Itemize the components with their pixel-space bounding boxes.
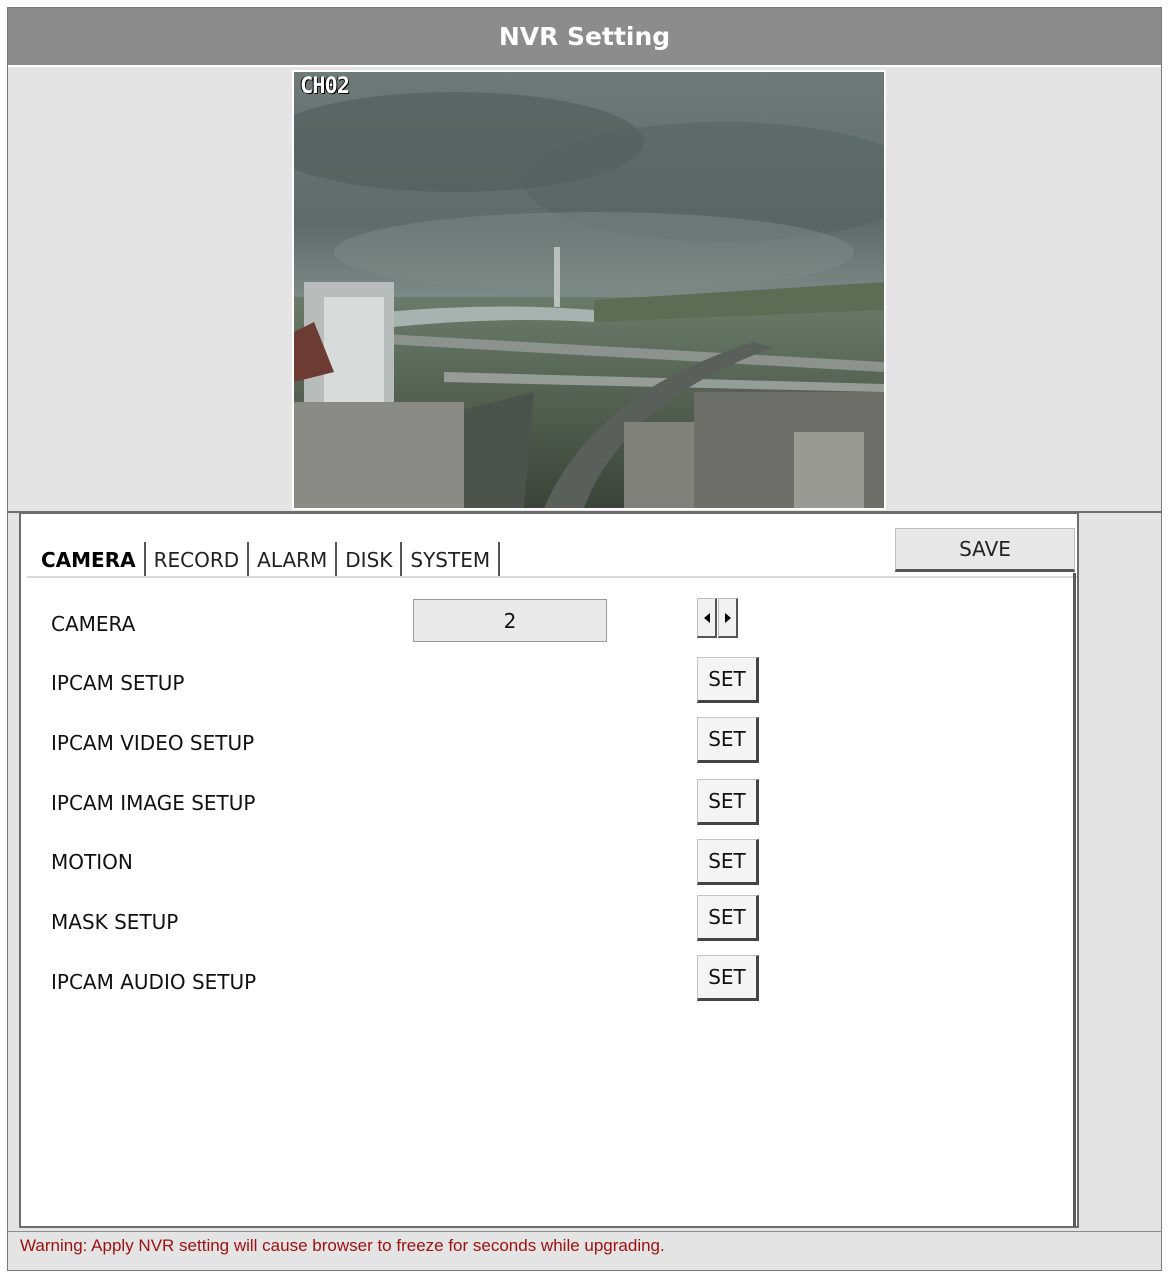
- settings-panel: CAMERA RECORD ALARM DISK SYSTEM SAVE CAM…: [19, 512, 1079, 1228]
- camera-feed-image: [294, 72, 884, 508]
- tab-record[interactable]: RECORD: [146, 542, 250, 576]
- camera-label: CAMERA: [51, 612, 136, 636]
- tab-disk[interactable]: DISK: [337, 542, 403, 576]
- next-camera-button[interactable]: [718, 598, 738, 638]
- ipcam-audio-setup-label: IPCAM AUDIO SETUP: [51, 970, 257, 994]
- arrow-right-icon: [724, 612, 731, 623]
- camera-feed: CH02: [292, 70, 886, 510]
- preview-area: CH02: [8, 67, 1161, 517]
- ipcam-setup-set-button[interactable]: SET: [697, 657, 759, 703]
- warning-message: Warning: Apply NVR setting will cause br…: [20, 1236, 665, 1255]
- channel-label: CH02: [300, 74, 350, 99]
- footer-divider: [7, 1231, 1162, 1232]
- ipcam-audio-setup-set-button[interactable]: SET: [697, 955, 759, 1001]
- window-title: NVR Setting: [8, 8, 1161, 67]
- arrow-left-icon: [703, 612, 710, 623]
- ipcam-video-setup-set-button[interactable]: SET: [697, 717, 759, 763]
- tab-system[interactable]: SYSTEM: [402, 542, 501, 576]
- panel-shadow: [1073, 573, 1076, 1227]
- motion-label: MOTION: [51, 850, 133, 874]
- tab-camera[interactable]: CAMERA: [33, 542, 146, 576]
- tab-alarm[interactable]: ALARM: [249, 542, 338, 576]
- motion-set-button[interactable]: SET: [697, 839, 759, 885]
- mask-setup-label: MASK SETUP: [51, 910, 179, 934]
- save-button[interactable]: SAVE: [895, 528, 1075, 572]
- tab-bar: CAMERA RECORD ALARM DISK SYSTEM: [33, 542, 501, 576]
- ipcam-image-setup-label: IPCAM IMAGE SETUP: [51, 791, 256, 815]
- ipcam-image-setup-set-button[interactable]: SET: [697, 779, 759, 825]
- mask-setup-set-button[interactable]: SET: [697, 895, 759, 941]
- tab-underline: [27, 576, 1077, 578]
- camera-number-field[interactable]: 2: [413, 599, 607, 642]
- ipcam-setup-label: IPCAM SETUP: [51, 671, 185, 695]
- prev-camera-button[interactable]: [697, 598, 717, 638]
- ipcam-video-setup-label: IPCAM VIDEO SETUP: [51, 731, 255, 755]
